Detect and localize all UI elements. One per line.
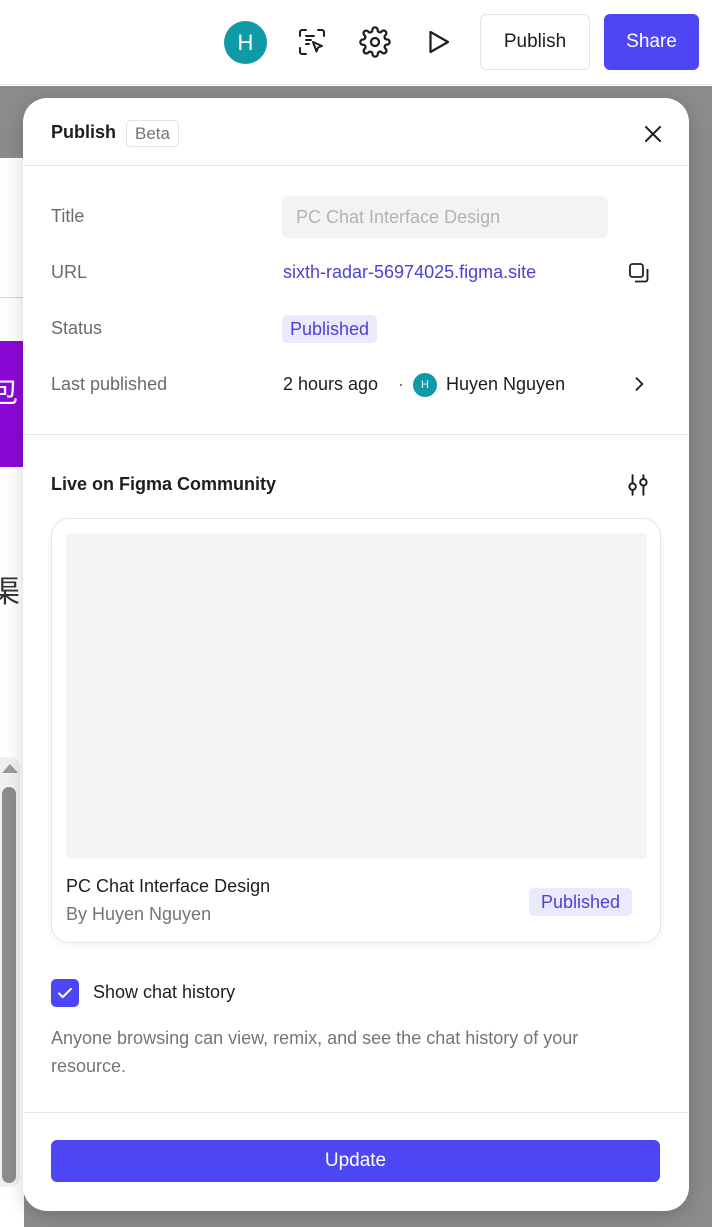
community-section-title: Live on Figma Community [51, 474, 277, 494]
app-stage: H Publish Share 包 渠 Publish Beta Title P… [0, 0, 712, 1227]
url-label: URL [51, 262, 88, 282]
site-url-link[interactable]: sixth-radar-56974025.figma.site [283, 262, 536, 283]
panel-header: Publish Beta [23, 98, 689, 166]
canvas-glyph: 包 [0, 376, 18, 409]
scrollbar-thumb[interactable] [2, 787, 16, 1183]
close-icon[interactable] [641, 122, 665, 146]
publish-panel: Publish Beta Title PC Chat Interface Des… [23, 98, 689, 1211]
community-card[interactable]: PC Chat Interface Design By Huyen Nguyen… [51, 518, 661, 943]
gear-icon[interactable] [355, 22, 395, 62]
top-toolbar: H Publish Share [0, 0, 712, 85]
user-avatar[interactable]: H [224, 21, 267, 64]
beta-badge: Beta [126, 120, 179, 147]
last-published-label: Last published [51, 374, 168, 394]
update-button[interactable]: Update [51, 1140, 660, 1182]
scroll-up-arrow-icon[interactable] [2, 764, 18, 773]
canvas-glyph: 渠 [0, 576, 20, 609]
card-status-badge: Published [529, 888, 633, 916]
section-divider [23, 434, 689, 435]
status-badge: Published [282, 315, 378, 343]
card-title: PC Chat Interface Design [66, 876, 271, 896]
last-published-time: 2 hours ago [283, 374, 379, 394]
canvas-divider [0, 297, 24, 298]
show-chat-history-label[interactable]: Show chat history [93, 982, 235, 1003]
card-thumbnail [66, 533, 647, 859]
sliders-icon[interactable] [625, 472, 651, 498]
share-button[interactable]: Share [604, 14, 699, 70]
copy-icon[interactable] [627, 261, 651, 285]
separator-dot: · [398, 374, 404, 394]
chevron-right-icon[interactable] [629, 374, 649, 394]
title-input[interactable]: PC Chat Interface Design [282, 196, 608, 238]
checkmark-icon [58, 987, 72, 999]
publisher-name: Huyen Nguyen [446, 374, 566, 394]
publish-button[interactable]: Publish [480, 14, 590, 70]
show-chat-history-checkbox[interactable] [51, 979, 79, 1007]
title-label: Title [51, 206, 85, 226]
publisher-avatar: H [413, 373, 437, 397]
play-icon[interactable] [418, 22, 458, 62]
panel-title: Publish [51, 122, 117, 142]
status-label: Status [51, 318, 103, 338]
chat-history-description: Anyone browsing can view, remix, and see… [51, 1028, 579, 1076]
card-author: By Huyen Nguyen [66, 904, 212, 924]
inspect-icon[interactable] [292, 22, 332, 62]
footer-divider [23, 1112, 689, 1113]
canvas-purple-banner: 包 [0, 341, 24, 467]
